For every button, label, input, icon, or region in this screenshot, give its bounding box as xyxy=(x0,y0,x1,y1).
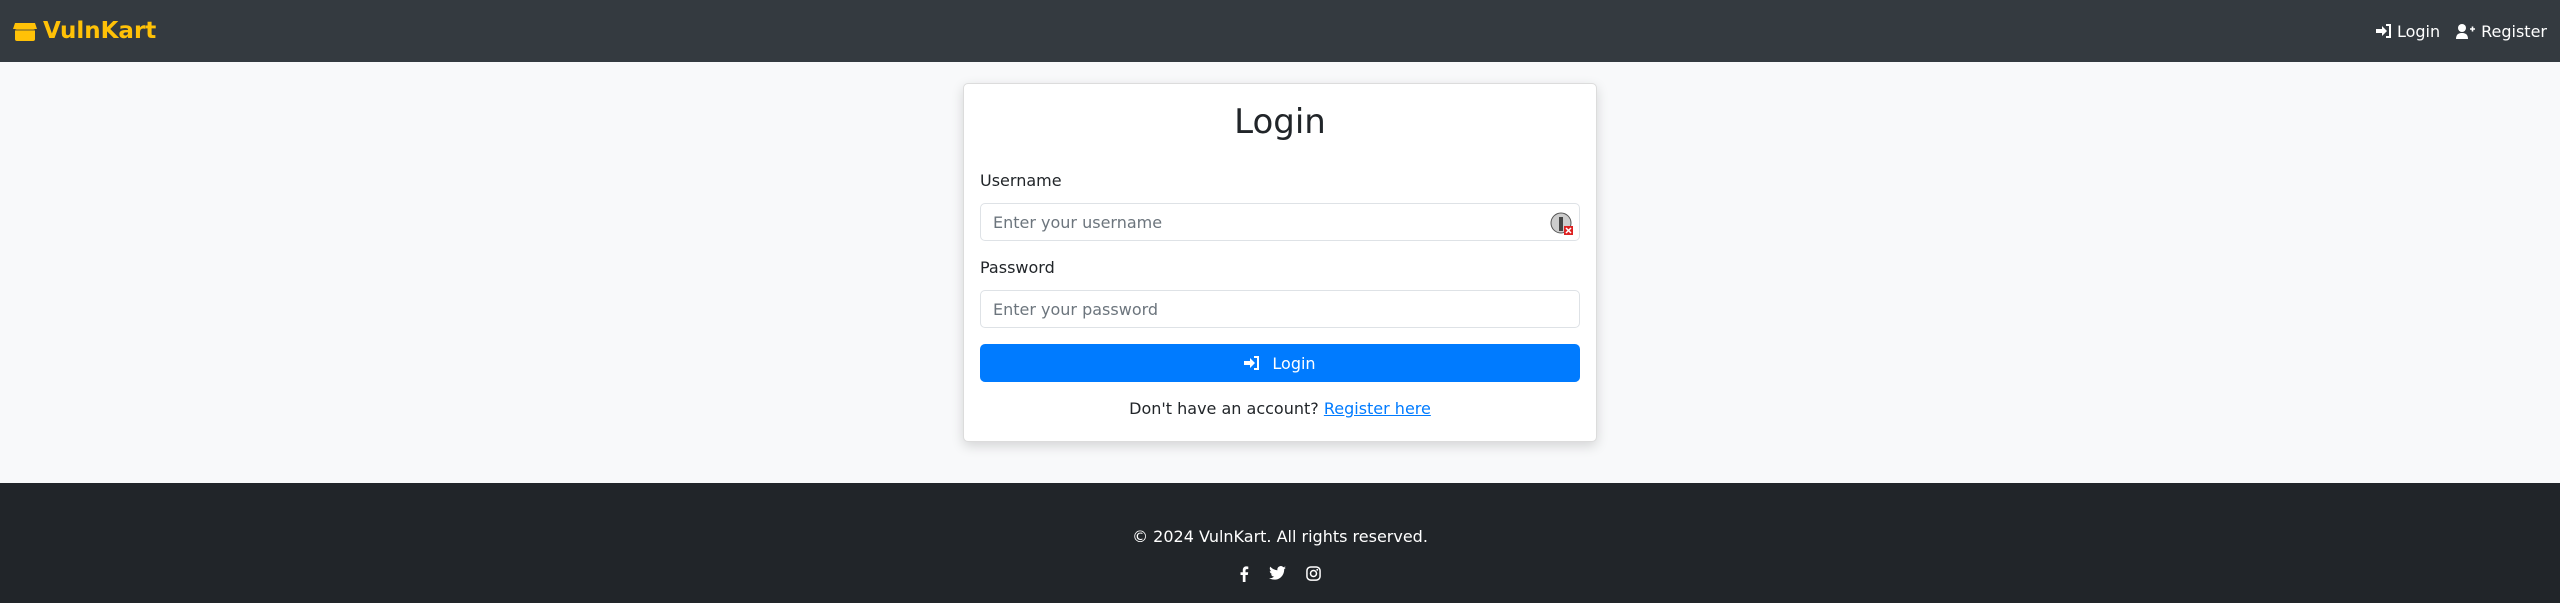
instagram-icon[interactable] xyxy=(1306,566,1321,581)
facebook-icon[interactable] xyxy=(1239,566,1249,582)
footer: © 2024 VulnKart. All rights reserved. xyxy=(0,483,2560,603)
login-card: Login Username Password Login Don't have… xyxy=(963,83,1597,442)
login-button[interactable]: Login xyxy=(980,344,1580,382)
navbar: VulnKart Login Register xyxy=(0,0,2560,62)
social-links xyxy=(0,566,2560,582)
copyright-text: © 2024 VulnKart. All rights reserved. xyxy=(1132,527,1428,546)
register-link[interactable]: Register here xyxy=(1324,399,1431,418)
password-field-wrapper xyxy=(980,290,1580,328)
register-prompt: Don't have an account? Register here xyxy=(980,399,1580,418)
nav-login-label: Login xyxy=(2396,21,2441,41)
brand-link[interactable]: VulnKart xyxy=(13,18,156,44)
password-manager-icon[interactable] xyxy=(1550,212,1574,236)
store-icon xyxy=(13,23,37,41)
brand-name: VulnKart xyxy=(43,18,157,44)
password-input[interactable] xyxy=(993,299,1567,319)
username-field-wrapper xyxy=(980,203,1580,241)
user-plus-icon xyxy=(2456,23,2476,39)
nav-register-link[interactable]: Register xyxy=(2456,22,2547,41)
username-input[interactable] xyxy=(993,212,1567,232)
twitter-icon[interactable] xyxy=(1269,566,1286,580)
register-prompt-text: Don't have an account? xyxy=(1129,399,1319,418)
nav-register-label: Register xyxy=(2481,21,2547,41)
login-button-label: Login xyxy=(1272,353,1316,373)
page-title: Login xyxy=(1234,102,1326,142)
sign-in-icon xyxy=(2375,24,2391,38)
sign-in-icon xyxy=(1244,356,1260,370)
nav-login-link[interactable]: Login xyxy=(2375,21,2441,41)
username-label: Username xyxy=(980,171,1062,190)
main-content: Login Username Password Login Don't have… xyxy=(0,62,2560,483)
password-label: Password xyxy=(980,258,1055,277)
